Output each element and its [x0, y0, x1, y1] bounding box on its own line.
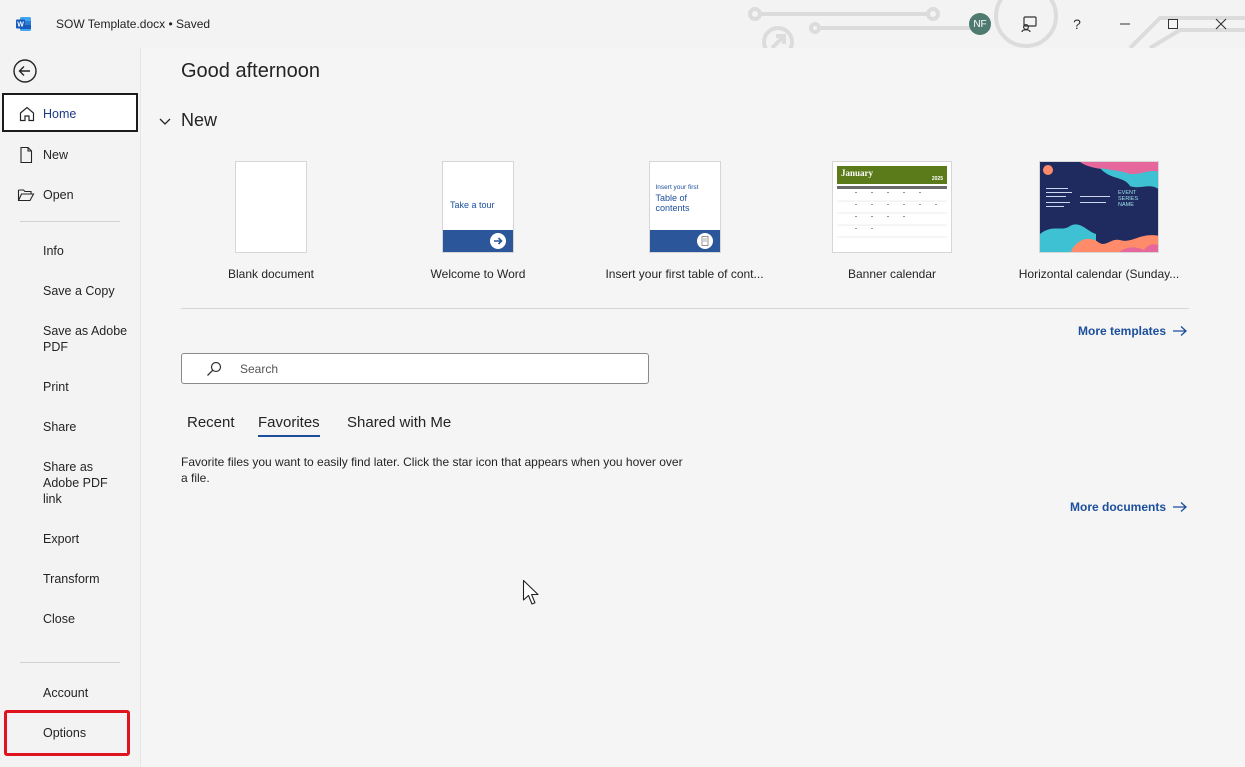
thumbnail-small-text: Insert your first: [655, 184, 699, 191]
thumbnail-big-text: Table of contents: [655, 193, 690, 213]
nav-new-label: New: [43, 148, 69, 162]
nav-close-label: Close: [43, 612, 75, 626]
thumbnail-text: Take a tour: [450, 200, 495, 210]
word-logo-icon: W: [16, 17, 31, 31]
nav-save-as-adobe-pdf-label: Save as Adobe PDF: [43, 324, 128, 354]
active-tab-indicator: [258, 435, 320, 437]
nav-account-label: Account: [43, 686, 89, 700]
template-name: Horizontal calendar (Sunday...: [1018, 267, 1180, 281]
nav-export-label: Export: [43, 532, 80, 546]
nav-share-as-adobe-pdf-link[interactable]: Share as Adobe PDF link: [2, 458, 138, 510]
template-thumbnail: Insert your first Table of contents: [648, 161, 721, 253]
nav-close[interactable]: Close: [2, 610, 138, 630]
back-arrow-icon[interactable]: [12, 58, 38, 84]
close-window-button[interactable]: [1209, 12, 1233, 36]
nav-save-as-adobe-pdf[interactable]: Save as Adobe PDF: [2, 322, 138, 358]
tab-favorites[interactable]: Favorites: [258, 414, 320, 431]
feedback-icon: [1021, 16, 1037, 33]
nav-print[interactable]: Print: [2, 378, 138, 398]
backstage-nav: Home New Open Info Save a Copy Save as A…: [0, 48, 140, 767]
nav-transform[interactable]: Transform: [2, 570, 138, 590]
tab-shared-with-me[interactable]: Shared with Me: [347, 414, 451, 431]
template-name: Blank document: [227, 267, 315, 281]
arrow-right-icon: [1173, 502, 1187, 512]
new-document-icon: [20, 146, 33, 164]
more-templates-link[interactable]: More templates: [1078, 324, 1188, 338]
nav-info-label: Info: [43, 244, 64, 258]
nav-save-a-copy-label: Save a Copy: [43, 284, 115, 298]
arrow-right-circle-icon: [490, 233, 506, 249]
template-name: Insert your first table of cont...: [605, 267, 764, 281]
favorites-empty-message: Favorite files you want to easily find l…: [181, 455, 683, 485]
maximize-icon: [1168, 19, 1178, 29]
nav-home-label: Home: [43, 107, 77, 121]
template-name: Welcome to Word: [430, 267, 526, 281]
template-table-of-contents[interactable]: Insert your first Table of contents Inse…: [602, 161, 767, 281]
minimize-icon: [1120, 23, 1130, 25]
more-templates-label: More templates: [1078, 324, 1167, 338]
nav-info[interactable]: Info: [2, 242, 138, 262]
title-bar: W SOW Template.docx • Saved NF ?: [0, 0, 1245, 48]
new-section-toggle[interactable]: New: [157, 110, 217, 131]
help-button[interactable]: ?: [1065, 12, 1089, 36]
nav-share-as-adobe-pdf-link-label: Share as Adobe PDF link: [43, 460, 108, 506]
arrow-right-icon: [1173, 326, 1188, 336]
mouse-pointer-icon: [522, 579, 539, 605]
maximize-button[interactable]: [1161, 12, 1185, 36]
nav-share-label: Share: [43, 420, 77, 434]
template-horizontal-calendar[interactable]: EVENT SERIES NAME Horizontal calendar (S…: [1016, 161, 1182, 281]
nav-divider: [20, 221, 120, 222]
section-divider: [181, 308, 1189, 309]
feedback-button[interactable]: [1017, 12, 1041, 36]
home-pane: Good afternoon New Blank document Take a…: [140, 48, 1245, 767]
nav-open[interactable]: Open: [2, 186, 138, 206]
minimize-button[interactable]: [1113, 12, 1137, 36]
thumbnail-text: EVENT SERIES NAME: [1118, 190, 1139, 208]
document-circle-icon: [696, 233, 713, 249]
close-icon: [1215, 18, 1227, 30]
template-thumbnail: Take a tour: [442, 161, 514, 253]
template-blank-document[interactable]: Blank document: [196, 161, 346, 281]
nav-account[interactable]: Account: [2, 684, 138, 704]
search-box[interactable]: [181, 353, 649, 384]
chevron-down-icon: [159, 118, 171, 125]
nav-save-a-copy[interactable]: Save a Copy: [2, 282, 138, 302]
calendar-grid: [837, 186, 947, 238]
home-icon: [19, 106, 35, 122]
search-icon: [207, 361, 222, 376]
more-documents-link[interactable]: More documents: [1070, 500, 1188, 514]
template-thumbnail: [235, 161, 307, 253]
nav-export[interactable]: Export: [2, 530, 138, 550]
svg-text:W: W: [17, 22, 24, 29]
tab-recent[interactable]: Recent: [187, 414, 235, 431]
nav-new[interactable]: New: [2, 146, 138, 166]
new-section-heading: New: [181, 110, 218, 130]
folder-open-icon: [17, 189, 35, 202]
template-banner-calendar[interactable]: January 2025 Banner calendar: [817, 161, 967, 281]
calendar-month: January: [841, 168, 874, 178]
document-title: SOW Template.docx • Saved: [56, 17, 211, 31]
nav-open-label: Open: [43, 188, 74, 202]
template-thumbnail: January 2025: [832, 161, 952, 253]
more-documents-label: More documents: [1070, 500, 1167, 514]
nav-transform-label: Transform: [43, 572, 100, 586]
nav-print-label: Print: [43, 380, 69, 394]
options-highlight-box: [4, 710, 130, 756]
greeting-heading: Good afternoon: [181, 60, 320, 82]
search-input[interactable]: [240, 360, 620, 378]
template-welcome-to-word[interactable]: Take a tour Welcome to Word: [403, 161, 553, 281]
nav-share[interactable]: Share: [2, 418, 138, 438]
user-avatar[interactable]: NF: [969, 13, 991, 35]
calendar-year: 2025: [931, 176, 943, 182]
template-name: Banner calendar: [847, 267, 937, 281]
template-thumbnail: EVENT SERIES NAME: [1039, 161, 1159, 253]
nav-home[interactable]: Home: [2, 93, 138, 132]
nav-divider: [20, 662, 120, 663]
